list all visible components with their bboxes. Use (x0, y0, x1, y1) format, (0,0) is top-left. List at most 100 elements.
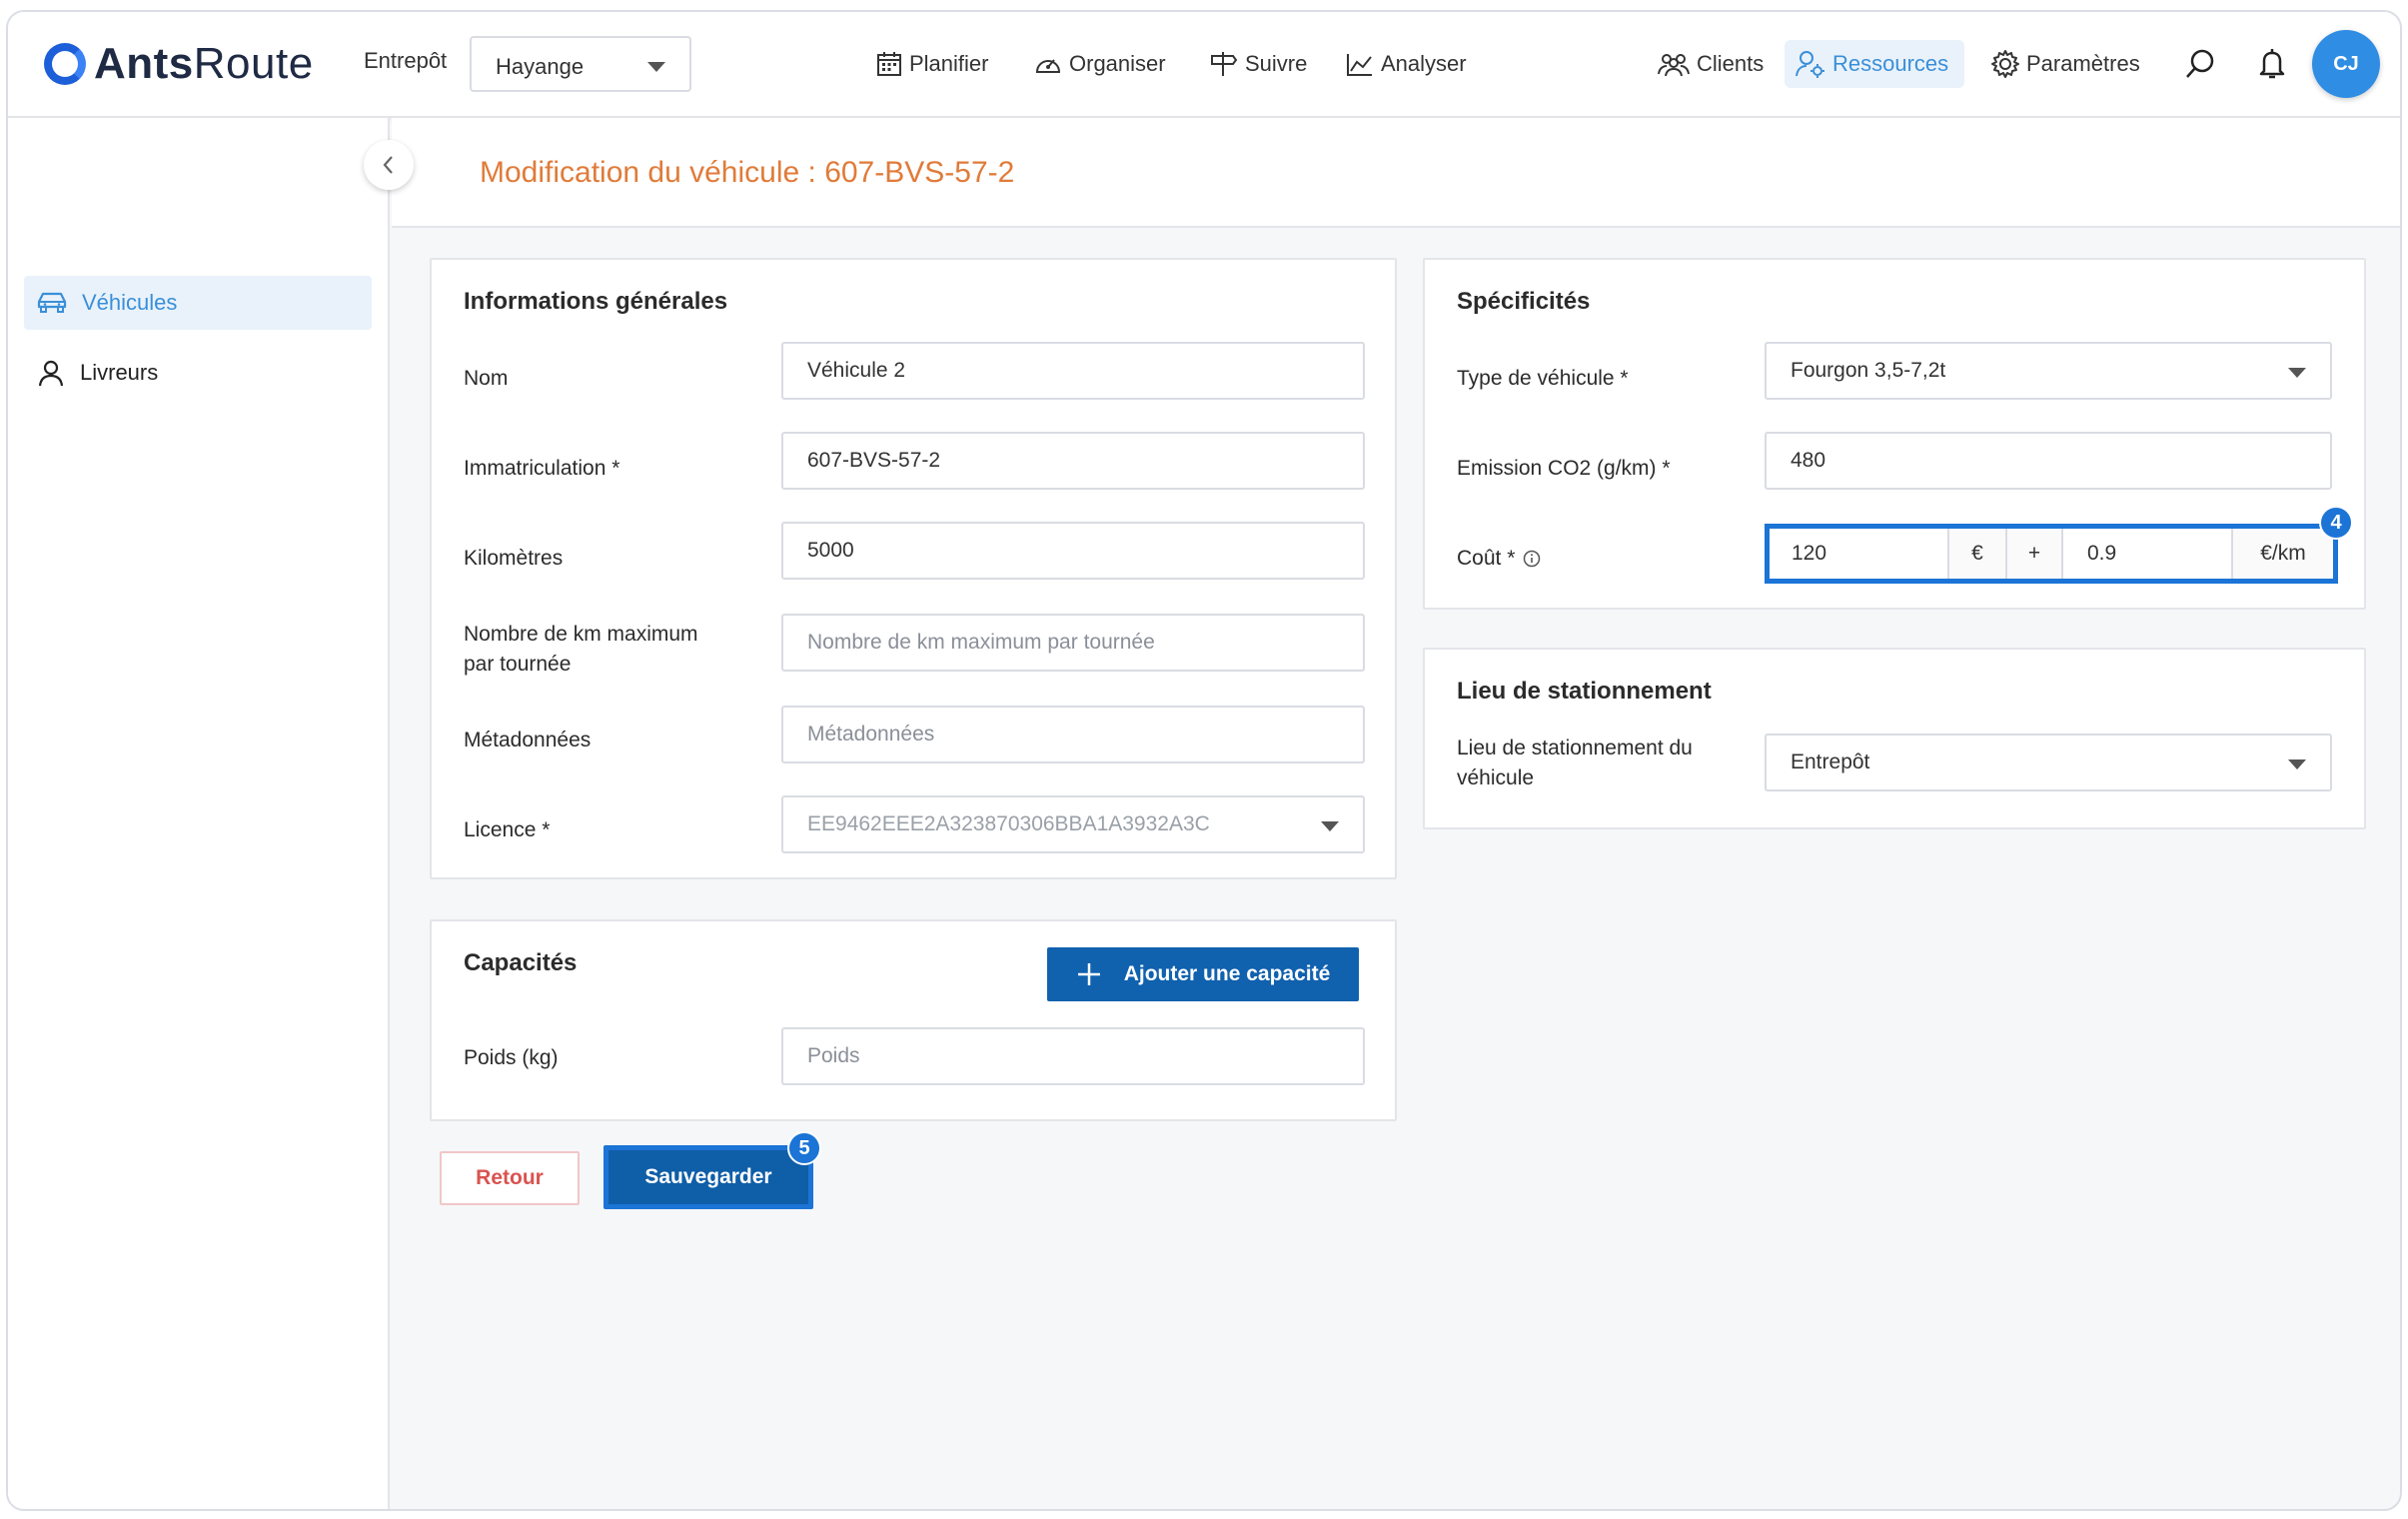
chevron-down-icon (2288, 368, 2306, 378)
stationnement-label-line2: véhicule (1457, 766, 1535, 789)
save-button[interactable]: Sauvegarder (603, 1145, 813, 1209)
licence-select-value: EE9462EEE2A323870306BBA1A3932A3C (807, 812, 1210, 835)
general-info-card: Informations générales Nom Véhicule 2 Im… (430, 258, 1397, 879)
step-badge-5: 5 (787, 1131, 821, 1165)
notifications-button[interactable] (2250, 42, 2294, 86)
sidebar: Véhicules Livreurs (8, 118, 390, 1509)
page-title: Modification du véhicule : 607-BVS-57-2 (480, 156, 1015, 189)
step-badge-4: 4 (2319, 506, 2353, 540)
add-capacity-button[interactable]: Ajouter une capacité (1047, 947, 1359, 1001)
cost-label-text: Coût * (1457, 547, 1516, 570)
capacites-card: Capacités Ajouter une capacité Poids (kg… (430, 919, 1397, 1121)
immatriculation-input[interactable]: 607-BVS-57-2 (781, 432, 1365, 490)
cost-label: Coût * (1457, 544, 1541, 574)
gear-icon (1991, 50, 2019, 78)
speedometer-icon (1035, 59, 1061, 73)
co2-input[interactable]: 480 (1765, 432, 2332, 490)
poids-input[interactable]: Poids (781, 1027, 1365, 1085)
chevron-down-icon (2288, 760, 2306, 769)
user-icon (38, 360, 64, 387)
co2-label: Emission CO2 (g/km) * (1457, 457, 1671, 480)
metadonnees-input[interactable]: Métadonnées (781, 706, 1365, 763)
nav-suivre-label: Suivre (1245, 51, 1308, 76)
nav-analyser[interactable]: Analyser (1335, 40, 1477, 88)
user-avatar[interactable]: CJ (2312, 30, 2380, 98)
sidebar-item-vehicules-label: Véhicules (82, 290, 178, 315)
general-info-title: Informations générales (464, 288, 728, 315)
metadonnees-label: Métadonnées (464, 729, 592, 752)
cost-input-group: 120 € + 0.9 €/km (1765, 524, 2338, 584)
stationnement-title: Lieu de stationnement (1457, 678, 1712, 705)
nom-input[interactable]: Véhicule 2 (781, 342, 1365, 400)
vehicle-type-select[interactable]: Fourgon 3,5-7,2t (1765, 342, 2332, 400)
search-icon (2186, 49, 2214, 78)
signpost-icon (1211, 52, 1238, 76)
sidebar-item-livreurs[interactable]: Livreurs (24, 346, 372, 400)
licence-select[interactable]: EE9462EEE2A323870306BBA1A3932A3C (781, 795, 1365, 853)
licence-label: Licence * (464, 818, 551, 841)
page-header: Modification du véhicule : 607-BVS-57-2 (392, 118, 2400, 228)
cost-fixed-input[interactable]: 120 (1770, 529, 1949, 579)
sidebar-item-vehicules[interactable]: Véhicules (24, 276, 372, 330)
nav-organiser-label: Organiser (1069, 51, 1166, 76)
kilometres-label: Kilomètres (464, 547, 564, 570)
km-max-input[interactable]: Nombre de km maximum par tournée (781, 614, 1365, 672)
vehicle-type-label: Type de véhicule * (1457, 367, 1629, 390)
specificites-title: Spécificités (1457, 288, 1591, 315)
users-icon (1658, 54, 1690, 77)
specificites-card: Spécificités Type de véhicule * Fourgon … (1423, 258, 2366, 610)
chevron-down-icon (647, 62, 665, 72)
warehouse-label: Entrepôt (364, 48, 448, 73)
cost-plus-addon: + (2007, 529, 2063, 579)
nav-parametres-label: Paramètres (2026, 51, 2140, 76)
stationnement-value: Entrepôt (1791, 751, 1870, 773)
warehouse-select-value: Hayange (496, 54, 585, 79)
logo-icon (44, 43, 86, 85)
kilometres-input[interactable]: 5000 (781, 522, 1365, 580)
nav-suivre[interactable]: Suivre (1199, 40, 1317, 88)
collapse-sidebar-button[interactable] (364, 140, 414, 190)
retour-button[interactable]: Retour (440, 1151, 580, 1205)
nav-analyser-label: Analyser (1381, 51, 1467, 76)
app-window: AntsRoute Entrepôt Hayange Planifier Org… (6, 10, 2402, 1511)
nav-planifier[interactable]: Planifier (865, 40, 998, 88)
warehouse-select[interactable]: Hayange (470, 36, 691, 92)
nav-parametres[interactable]: Paramètres (1980, 40, 2150, 88)
stationnement-label-line1: Lieu de stationnement du (1457, 737, 1693, 760)
car-icon (37, 292, 67, 313)
user-gear-icon (1796, 51, 1824, 78)
vehicle-type-value: Fourgon 3,5-7,2t (1791, 359, 1946, 382)
add-capacity-label: Ajouter une capacité (1123, 962, 1331, 985)
km-max-label: Nombre de km maximum par tournée (464, 620, 698, 680)
cost-unit-addon: €/km (2233, 529, 2333, 579)
info-icon[interactable] (1523, 550, 1541, 568)
nav-clients[interactable]: Clients (1647, 40, 1774, 88)
immatriculation-label: Immatriculation * (464, 457, 620, 480)
nav-ressources[interactable]: Ressources (1785, 40, 1964, 88)
logo-text-rest: Route (193, 39, 314, 88)
nom-label: Nom (464, 367, 509, 390)
capacites-title: Capacités (464, 949, 578, 976)
stationnement-label: Lieu de stationnement du véhicule (1457, 734, 1693, 793)
logo[interactable]: AntsRoute (44, 34, 314, 94)
nav-planifier-label: Planifier (909, 51, 989, 76)
plus-icon (1077, 963, 1100, 985)
cost-currency-addon: € (1949, 529, 2007, 579)
km-max-label-line2: par tournée (464, 653, 572, 676)
poids-label: Poids (kg) (464, 1046, 559, 1069)
chevron-down-icon (1321, 821, 1339, 831)
chevron-left-icon (383, 156, 393, 174)
nav-ressources-label: Ressources (1832, 51, 1949, 76)
bell-icon (2259, 49, 2285, 79)
nav-clients-label: Clients (1697, 51, 1765, 76)
km-max-label-line1: Nombre de km maximum (464, 623, 698, 646)
calendar-icon (877, 52, 901, 76)
search-button[interactable] (2178, 42, 2222, 86)
stationnement-card: Lieu de stationnement Lieu de stationnem… (1423, 648, 2366, 829)
chart-icon (1347, 54, 1372, 76)
top-navbar: AntsRoute Entrepôt Hayange Planifier Org… (8, 12, 2400, 118)
stationnement-select[interactable]: Entrepôt (1765, 734, 2332, 791)
nav-organiser[interactable]: Organiser (1023, 40, 1176, 88)
cost-per-km-input[interactable]: 0.9 (2063, 529, 2233, 579)
sidebar-item-livreurs-label: Livreurs (80, 360, 159, 385)
